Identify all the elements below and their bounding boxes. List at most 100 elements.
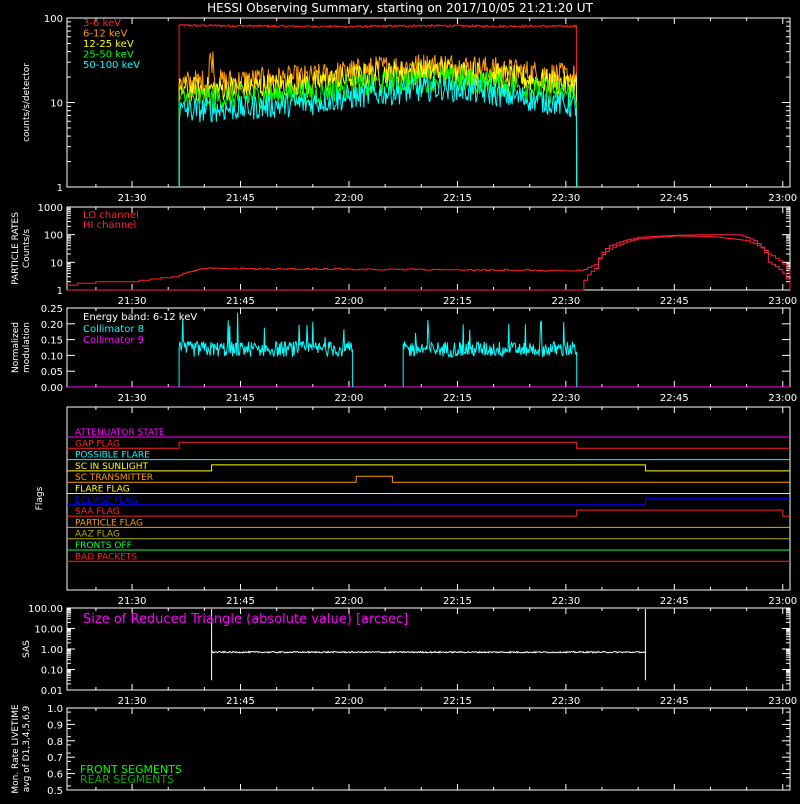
- y-tick-label: 0.8: [47, 737, 63, 748]
- plot-annotation: Size of Reduced Triangle (absolute value…: [83, 612, 408, 627]
- flag-label: BAD PACKETS: [75, 552, 137, 562]
- x-tick-label: 22:00: [335, 193, 364, 204]
- figure-title: HESSI Observing Summary, starting on 201…: [207, 1, 593, 15]
- legend-entry: 12-25 keV: [83, 39, 134, 50]
- series-line: [178, 67, 578, 188]
- flag-label: GAP FLAG: [75, 439, 120, 449]
- y-tick-label: 1000: [38, 203, 63, 214]
- y-tick-label: 0.9: [47, 720, 63, 731]
- y-tick-label: 1: [57, 286, 63, 297]
- y-tick-label: 1.00: [41, 645, 63, 656]
- x-tick-label: 22:30: [551, 696, 580, 707]
- x-tick-label: 23:00: [768, 393, 797, 404]
- flag-label: ECLIPSE FLAG: [75, 496, 138, 506]
- flag-line: [67, 509, 790, 517]
- x-tick-label: 22:15: [443, 696, 472, 707]
- y-tick-label: 0.15: [41, 336, 63, 347]
- legend-entry: 25-50 keV: [83, 50, 134, 61]
- y-axis-label: Normalized: [11, 322, 21, 373]
- x-tick-label: 21:30: [118, 193, 147, 204]
- x-tick-label: 23:00: [768, 596, 797, 607]
- x-tick-label: 22:15: [443, 393, 472, 404]
- y-axis-label: avg of D1,3,4,5,6,9: [22, 705, 32, 792]
- legend-entry: REAR SEGMENTS: [80, 773, 174, 786]
- legend-entry: 6-12 keV: [83, 29, 127, 40]
- panel-frame-1: [66, 206, 791, 291]
- legend-entry: Collimator 8: [83, 324, 144, 335]
- x-tick-label: 21:45: [226, 393, 255, 404]
- x-tick-label: 22:00: [335, 696, 364, 707]
- summary-figure: HESSI Observing Summary, starting on 201…: [11, 1, 797, 797]
- legend-entry: Collimator 9: [83, 335, 144, 346]
- observing-summary: HESSI Observing Summary, starting on 201…: [0, 0, 800, 800]
- y-tick-label: 0.7: [47, 753, 63, 764]
- series-line: [402, 320, 578, 387]
- x-tick-label: 22:15: [443, 193, 472, 204]
- panel-frame-0: [66, 17, 791, 188]
- flag-line: [67, 464, 790, 472]
- y-tick-label: 0.20: [41, 320, 63, 331]
- y-tick-label: 0.25: [41, 304, 63, 315]
- x-tick-label: 23:00: [768, 696, 797, 707]
- series-line: [67, 234, 791, 291]
- x-tick-label: 21:45: [226, 696, 255, 707]
- flag-label: PARTICLE FLAG: [75, 518, 143, 528]
- x-tick-label: 22:45: [660, 596, 689, 607]
- x-tick-label: 22:00: [335, 393, 364, 404]
- flag-label: FLARE FLAG: [75, 485, 130, 495]
- y-axis-label: Counts/s: [22, 229, 32, 268]
- flag-label: POSSIBLE FLARE: [75, 451, 150, 461]
- series-line: [178, 312, 354, 387]
- x-tick-label: 22:30: [551, 393, 580, 404]
- x-tick-label: 22:45: [660, 393, 689, 404]
- panel-frame-5: [66, 707, 791, 791]
- x-tick-label: 21:30: [118, 596, 147, 607]
- x-tick-label: 21:45: [226, 296, 255, 307]
- flag-label: SC IN SUNLIGHT: [75, 462, 149, 472]
- flag-label: ATTENUATOR STATE: [75, 428, 165, 438]
- flag-label: AAZ FLAG: [75, 530, 120, 540]
- flag-line: [67, 441, 790, 449]
- y-tick-label: 100: [44, 14, 63, 25]
- x-tick-label: 22:00: [335, 596, 364, 607]
- y-axis-label: counts/s/detector: [22, 63, 32, 142]
- x-tick-label: 23:00: [768, 193, 797, 204]
- x-tick-label: 22:30: [551, 193, 580, 204]
- y-tick-label: 0.00: [41, 383, 63, 394]
- y-axis-label: PARTICLE RATES: [11, 212, 21, 285]
- x-tick-label: 21:45: [226, 193, 255, 204]
- y-tick-label: 1: [57, 183, 63, 194]
- legend-entry: 3-6 keV: [83, 18, 121, 29]
- flag-label: FRONTS OFF: [75, 541, 132, 551]
- y-axis-label: Mon. Rate LIVETIME: [11, 704, 21, 794]
- x-tick-label: 21:30: [118, 296, 147, 307]
- x-tick-label: 21:45: [226, 596, 255, 607]
- x-tick-label: 22:45: [660, 193, 689, 204]
- x-tick-label: 22:30: [551, 596, 580, 607]
- x-tick-label: 22:15: [443, 296, 472, 307]
- series-line: [67, 235, 791, 286]
- y-tick-label: 0.01: [41, 686, 63, 697]
- flag-line: [67, 475, 790, 483]
- x-tick-label: 22:15: [443, 596, 472, 607]
- y-tick-label: 100: [44, 231, 63, 242]
- y-tick-label: 0.5: [47, 786, 63, 797]
- y-axis-label: modulation: [22, 322, 32, 373]
- x-tick-label: 22:00: [335, 296, 364, 307]
- y-axis-label: SAS: [22, 640, 32, 658]
- x-tick-label: 21:30: [118, 696, 147, 707]
- y-tick-label: 10.00: [34, 625, 63, 636]
- legend-entry: HI channel: [83, 220, 136, 231]
- flag-label: SAA FLAG: [75, 507, 120, 517]
- y-tick-label: 10: [50, 99, 63, 110]
- flag-label: SC TRANSMITTER: [75, 473, 153, 483]
- x-tick-label: 22:45: [660, 296, 689, 307]
- y-tick-label: 0.05: [41, 367, 63, 378]
- y-tick-label: 0.10: [41, 666, 63, 677]
- y-tick-label: 100.00: [28, 604, 63, 615]
- y-axis-label: Flags: [35, 486, 45, 510]
- legend-entry: 50-100 keV: [83, 60, 140, 71]
- legend-header: Energy band: 6-12 keV: [83, 312, 197, 323]
- y-tick-label: 1.0: [47, 704, 63, 715]
- x-tick-label: 23:00: [768, 296, 797, 307]
